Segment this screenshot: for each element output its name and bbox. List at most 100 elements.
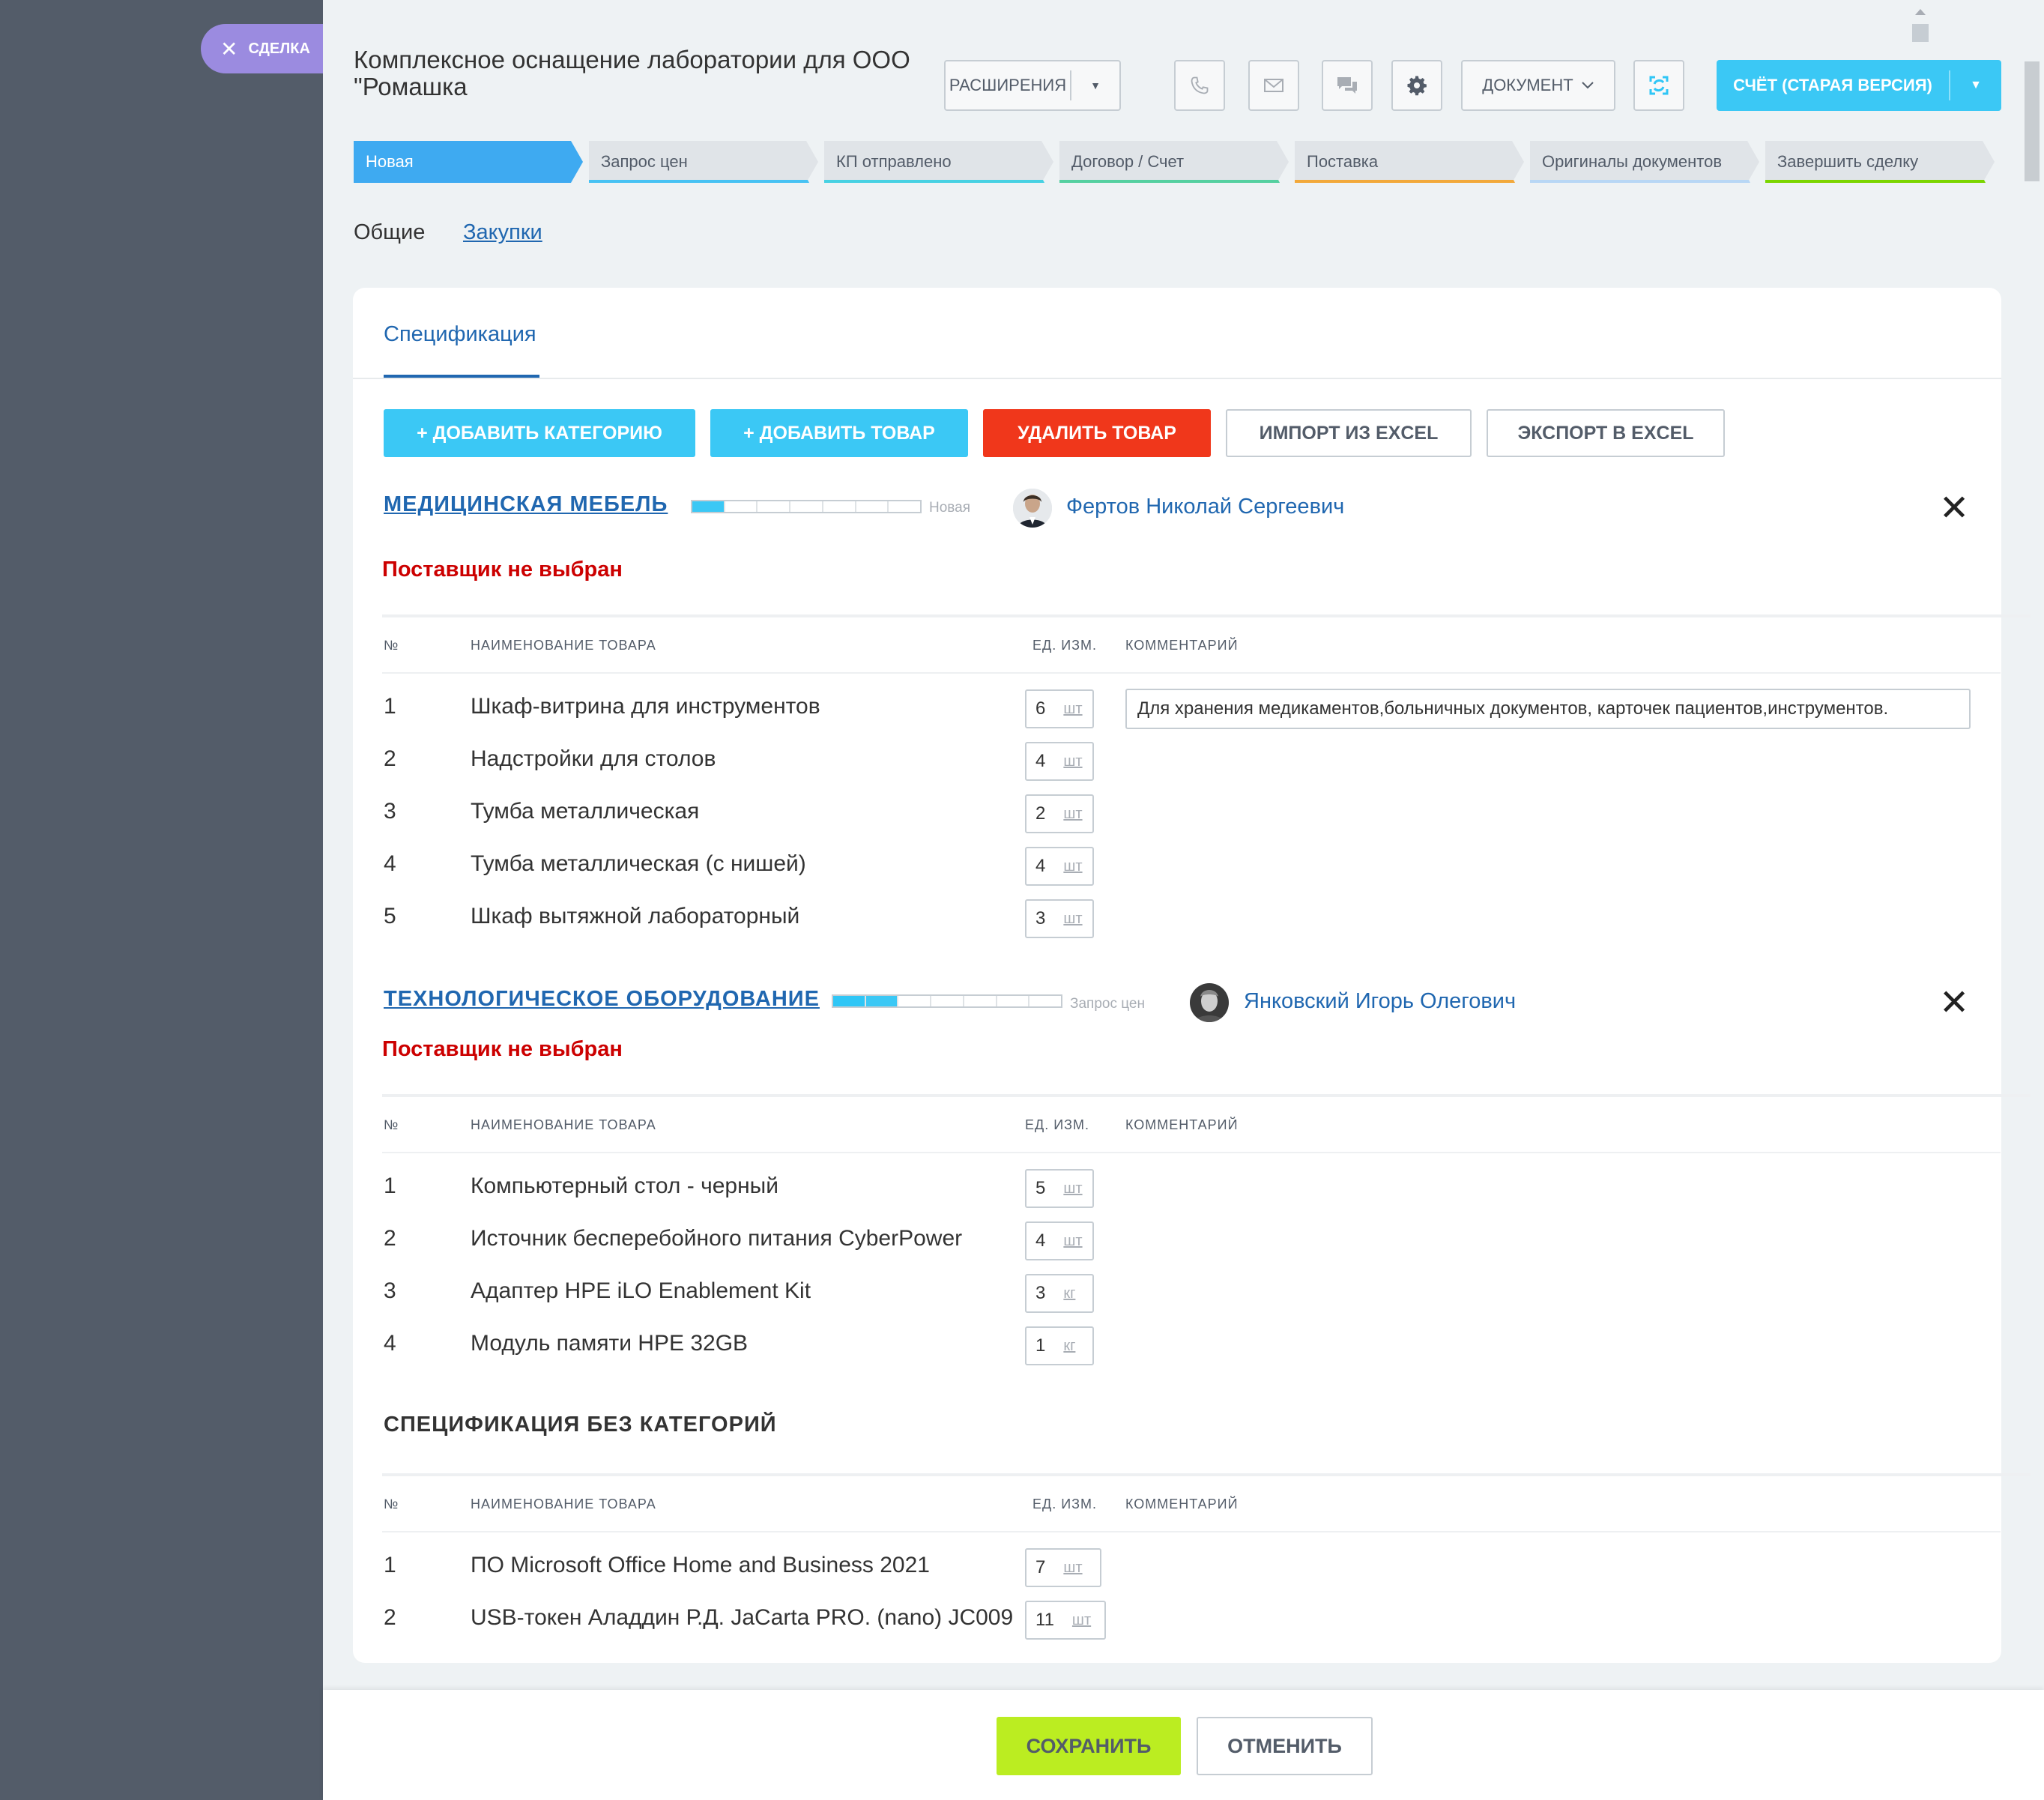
stage-offer-sent[interactable]: КП отправлено xyxy=(824,141,1053,183)
stage-label: КП отправлено xyxy=(836,152,952,171)
stage-delivery[interactable]: Поставка xyxy=(1295,141,1524,183)
col-unit: ЕД. ИЗМ. xyxy=(1032,638,1098,653)
product-name[interactable]: Шкаф вытяжной лабораторный xyxy=(471,904,799,929)
divider xyxy=(353,378,2001,379)
product-name[interactable]: ПО Microsoft Office Home and Business 20… xyxy=(471,1553,930,1578)
product-name[interactable]: Тумба металлическая xyxy=(471,799,699,824)
stage-finish[interactable]: Завершить сделку xyxy=(1765,141,1995,183)
extensions-button[interactable]: РАСШИРЕНИЯ ▼ xyxy=(944,60,1121,111)
document-label: ДОКУМЕНТ xyxy=(1482,76,1573,94)
category-title[interactable]: МЕДИЦИНСКАЯ МЕБЕЛЬ xyxy=(384,492,668,517)
settings-button[interactable] xyxy=(1391,60,1442,111)
cancel-button[interactable]: ОТМЕНИТЬ xyxy=(1197,1717,1373,1775)
delete-product-button[interactable]: УДАЛИТЬ ТОВАР xyxy=(983,409,1211,457)
add-category-button[interactable]: + ДОБАВИТЬ КАТЕГОРИЮ xyxy=(384,409,695,457)
product-name[interactable]: Источник бесперебойного питания CyberPow… xyxy=(471,1226,962,1251)
row-num: 3 xyxy=(384,1278,396,1303)
col-num: № xyxy=(384,1497,399,1511)
row-num: 1 xyxy=(384,1174,396,1198)
stage-originals[interactable]: Оригиналы документов xyxy=(1530,141,1759,183)
stage-label: Запрос цен xyxy=(601,152,688,171)
stage-label: Завершить сделку xyxy=(1777,152,1919,171)
export-excel-button[interactable]: ЭКСПОРТ В EXCEL xyxy=(1487,409,1725,457)
stage-contract[interactable]: Договор / Счет xyxy=(1059,141,1289,183)
row-num: 4 xyxy=(384,851,396,876)
quantity-field[interactable]: 7 шт xyxy=(1025,1548,1101,1587)
page-title: Комплексное оснащение лаборатории для ОО… xyxy=(354,46,910,100)
divider xyxy=(382,1473,2031,1476)
quantity-field[interactable]: 3 кг xyxy=(1025,1274,1094,1313)
tab-specification[interactable]: Спецификация xyxy=(384,322,536,347)
product-name[interactable]: Модуль памяти HPE 32GB xyxy=(471,1331,748,1356)
product-name[interactable]: USB-токен Аладдин Р.Д. JaCarta PRO. (nan… xyxy=(471,1605,1013,1631)
col-name: НАИМЕНОВАНИЕ ТОВАРА xyxy=(471,1117,656,1132)
quantity-field[interactable]: 1 кг xyxy=(1025,1326,1094,1365)
col-unit: ЕД. ИЗМ. xyxy=(1025,1117,1090,1132)
category-stage-label: Новая xyxy=(929,500,971,516)
scroll-up-icon[interactable] xyxy=(1908,7,1933,43)
quantity-field[interactable]: 6 шт xyxy=(1025,689,1094,728)
scrollbar[interactable] xyxy=(2025,61,2040,181)
category-title[interactable]: ТЕХНОЛОГИЧЕСКОЕ ОБОРУДОВАНИЕ xyxy=(384,987,820,1012)
responsible-person[interactable]: Янковский Игорь Олегович xyxy=(1244,989,1516,1014)
product-name[interactable]: Компьютерный стол - черный xyxy=(471,1174,778,1199)
quantity-field[interactable]: 3 шт xyxy=(1025,899,1094,938)
category-progress xyxy=(691,500,922,513)
sync-button[interactable] xyxy=(1633,60,1684,111)
avatar xyxy=(1190,983,1229,1022)
quantity-field[interactable]: 4 шт xyxy=(1025,742,1094,781)
save-button[interactable]: СОХРАНИТЬ xyxy=(997,1717,1181,1775)
chevron-down-icon[interactable]: ▼ xyxy=(1950,79,2001,92)
responsible-person[interactable]: Фертов Николай Сергеевич xyxy=(1066,495,1344,519)
chevron-down-icon xyxy=(1581,82,1594,89)
row-num: 4 xyxy=(384,1331,396,1356)
product-name[interactable]: Адаптер HPE iLO Enablement Kit xyxy=(471,1278,811,1304)
import-excel-button[interactable]: ИМПОРТ ИЗ EXCEL xyxy=(1226,409,1472,457)
tab-purchases[interactable]: Закупки xyxy=(463,220,542,245)
close-icon[interactable]: ✕ xyxy=(1939,491,1969,527)
stage-label: Поставка xyxy=(1307,152,1379,171)
quantity-field[interactable]: 2 шт xyxy=(1025,794,1094,833)
quantity-field[interactable]: 4 шт xyxy=(1025,847,1094,886)
stage-price-request[interactable]: Запрос цен xyxy=(589,141,818,183)
col-name: НАИМЕНОВАНИЕ ТОВАРА xyxy=(471,638,656,653)
row-num: 2 xyxy=(384,1226,396,1251)
mail-icon xyxy=(1264,79,1283,92)
comment-field[interactable]: Для хранения медикаментов,больничных док… xyxy=(1125,689,1971,729)
product-name[interactable]: Надстройки для столов xyxy=(471,746,716,772)
quantity-field[interactable]: 4 шт xyxy=(1025,1221,1094,1260)
category-progress xyxy=(832,994,1062,1008)
row-num: 2 xyxy=(384,746,396,771)
row-num: 3 xyxy=(384,799,396,824)
stage-label: Новая xyxy=(366,152,414,171)
account-old-version-button[interactable]: СЧЁТ (СТАРАЯ ВЕРСИЯ) ▼ xyxy=(1717,60,2001,111)
row-num: 5 xyxy=(384,904,396,928)
add-product-button[interactable]: + ДОБАВИТЬ ТОВАР xyxy=(710,409,968,457)
product-name[interactable]: Тумба металлическая (с нишей) xyxy=(471,851,806,877)
close-icon[interactable]: ✕ xyxy=(1939,985,1969,1021)
stage-label: Оригиналы документов xyxy=(1542,152,1723,171)
col-num: № xyxy=(384,638,399,653)
category-stage-label: Запрос цен xyxy=(1070,996,1145,1012)
deal-tab-label: СДЕЛКА xyxy=(248,40,310,57)
col-comment: КОММЕНТАРИЙ xyxy=(1125,1497,1239,1511)
close-icon: ✕ xyxy=(220,37,238,61)
chevron-down-icon: ▼ xyxy=(1090,79,1101,91)
supplier-status: Поставщик не выбран xyxy=(382,1037,623,1061)
call-button[interactable] xyxy=(1174,60,1225,111)
row-num: 1 xyxy=(384,694,396,719)
divider xyxy=(382,672,2001,674)
deal-close-tab[interactable]: ✕ СДЕЛКА xyxy=(201,24,328,73)
document-button[interactable]: ДОКУМЕНТ xyxy=(1461,60,1615,111)
product-name[interactable]: Шкаф-витрина для инструментов xyxy=(471,694,820,719)
col-comment: КОММЕНТАРИЙ xyxy=(1125,1117,1239,1132)
email-button[interactable] xyxy=(1248,60,1299,111)
divider xyxy=(382,614,2031,617)
stage-new[interactable]: Новая xyxy=(354,141,583,183)
col-comment: КОММЕНТАРИЙ xyxy=(1125,638,1239,653)
quantity-field[interactable]: 11 шт xyxy=(1025,1601,1106,1640)
chat-button[interactable] xyxy=(1322,60,1373,111)
quantity-field[interactable]: 5 шт xyxy=(1025,1169,1094,1208)
tab-general[interactable]: Общие xyxy=(354,220,425,245)
stage-label: Договор / Счет xyxy=(1071,152,1185,171)
